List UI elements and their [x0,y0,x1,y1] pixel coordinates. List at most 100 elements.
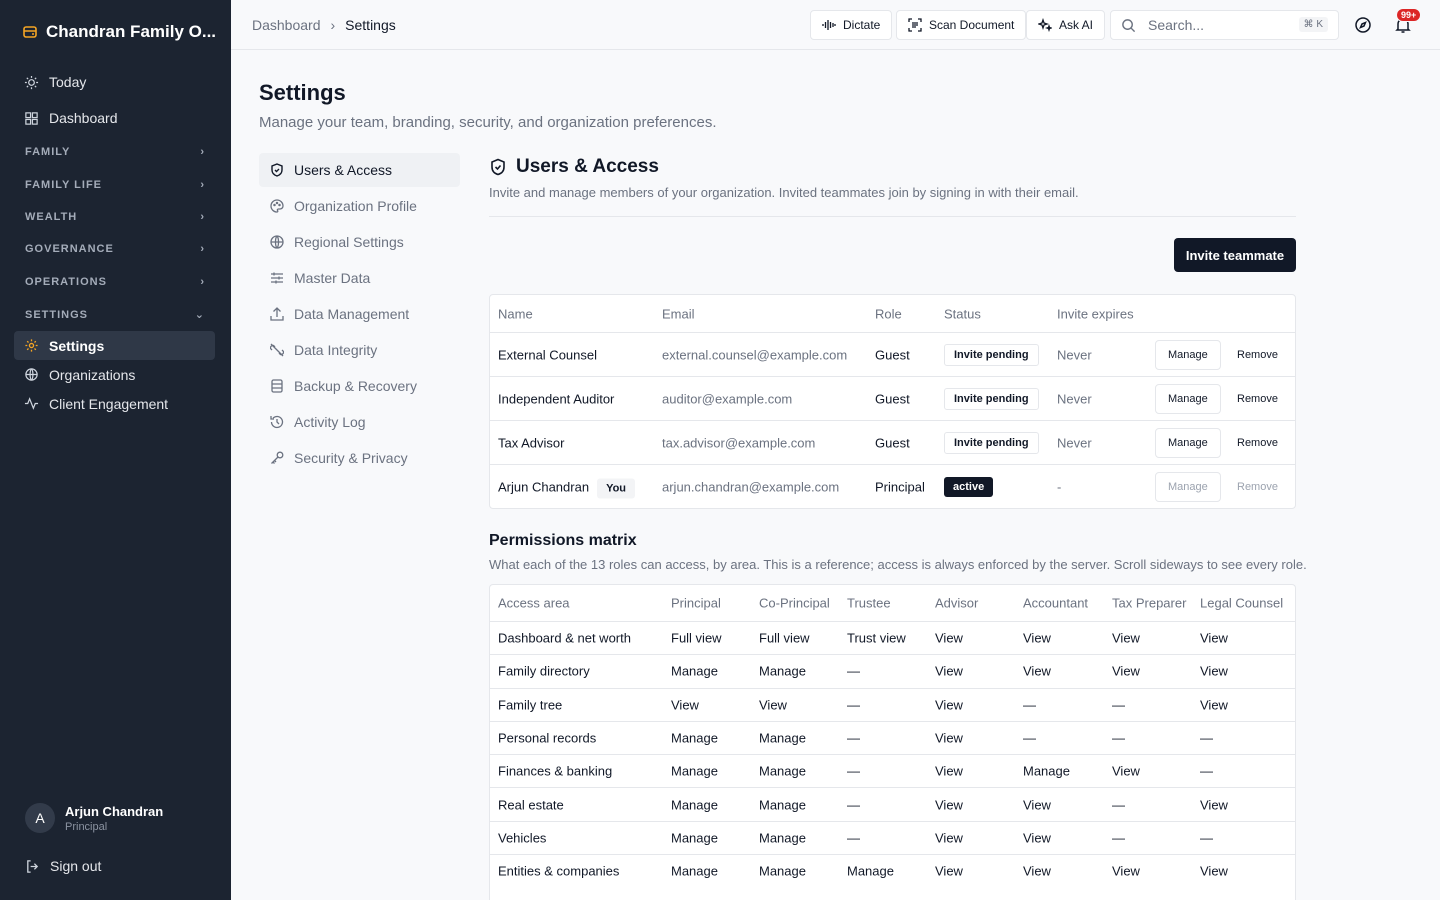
nav-group-governance[interactable]: GOVERNANCE › [25,243,205,255]
database-icon [271,379,283,393]
table-header: Name Email Role Status Invite expires [490,295,1295,332]
subnav-regional-settings[interactable]: Regional Settings [259,225,460,259]
invite-expires: Never [1057,435,1092,450]
column-header: Status [944,306,981,321]
permission-cell: — [1112,697,1125,713]
subnav-master-data[interactable]: Master Data [259,261,460,295]
nav-settings[interactable]: Settings [14,331,215,360]
notification-badge: 99+ [1396,8,1422,22]
permission-cell: Trust view [847,630,906,646]
column-header: Role [875,306,902,321]
dictate-button[interactable]: Dictate [810,10,893,40]
subnav-label: Activity Log [294,414,366,430]
permissions-description: What each of the 13 roles can access, by… [489,557,1307,572]
column-header: Name [498,306,533,321]
section-description: Invite and manage members of your organi… [489,185,1079,200]
subnav-label: Master Data [294,270,371,286]
subnav-data-management[interactable]: Data Management [259,297,460,331]
invite-expires: - [1057,479,1062,494]
user-name: Arjun Chandran [498,479,590,494]
remove-button[interactable]: Remove [1237,393,1278,405]
permission-cell: View [1112,863,1140,879]
status-badge: Invite pending [944,343,1039,366]
nav-dashboard[interactable]: Dashboard [14,103,215,133]
dictate-label: Dictate [843,18,881,32]
search-input[interactable]: Search... ⌘ K [1110,10,1339,40]
invite-teammate-button[interactable]: Invite teammate [1174,238,1296,272]
scan-document-label: Scan Document [929,18,1015,32]
permission-cell: View [935,663,963,679]
section-header: Users & Access [489,156,659,178]
remove-button[interactable]: Remove [1237,349,1278,361]
subnav-users-access[interactable]: Users & Access [259,153,460,187]
permission-cell: Manage [671,663,718,679]
chevron-right-icon: › [200,243,205,255]
subnav-label: Security & Privacy [294,450,408,466]
user-name: Independent Auditor [498,391,615,406]
nav-group-family-life[interactable]: FAMILY LIFE › [25,179,205,191]
permission-cell: — [1200,830,1213,846]
permission-cell: — [847,730,860,746]
user-role: Guest [875,391,910,406]
subnav-security-privacy[interactable]: Security & Privacy [259,441,460,475]
permissions-table[interactable]: Access area Principal Co-Principal Trustee A… [489,584,1296,900]
invite-expires: Never [1057,391,1092,406]
permission-cell: View [1112,663,1140,679]
key-icon [271,451,284,464]
permission-cell: View [1023,797,1051,813]
brand[interactable]: Chandran Family O... [22,22,216,42]
column-header: Accountant [1023,595,1089,611]
table-row: Finances & banking Manage Manage — View Manag… [490,754,1295,787]
nav-client-engagement[interactable]: Client Engagement [14,389,215,418]
subnav-activity-log[interactable]: Activity Log [259,405,460,439]
sign-out-button[interactable]: Sign out [25,858,101,874]
ask-ai-button[interactable]: Ask AI [1026,10,1106,40]
scan-icon [908,18,922,32]
permission-cell: View [935,763,963,779]
access-area: Family directory [498,663,590,679]
nav-group-family[interactable]: FAMILY › [25,146,205,158]
user-name: Tax Advisor [498,435,565,450]
user-role: Principal [875,479,925,494]
permission-cell: View [935,863,963,879]
manage-button[interactable]: Manage [1155,383,1221,414]
subnav-organization-profile[interactable]: Organization Profile [259,189,460,223]
nav-organizations[interactable]: Organizations [14,360,215,389]
permission-cell: View [1023,663,1051,679]
permission-cell: — [847,663,860,679]
manage-button[interactable]: Manage [1155,339,1221,370]
permission-cell: Full view [671,630,722,646]
manage-button[interactable]: Manage [1155,427,1221,458]
table-row: Entities & companies Manage Manage Manage Vi… [490,854,1295,887]
permission-cell: Manage [759,763,806,779]
you-badge: You [597,478,636,498]
column-header: Invite expires [1057,306,1134,321]
page-subtitle: Manage your team, branding, security, an… [259,114,717,131]
briefcase-icon [23,26,37,38]
scan-document-button[interactable]: Scan Document [896,10,1027,40]
table-row: Vehicles Manage Manage — View View — — [490,820,1295,854]
chevron-down-icon: ⌄ [194,309,205,321]
page-title: Settings [259,80,346,105]
compass-icon[interactable] [1354,16,1372,34]
upload-icon [270,307,284,321]
table-row: Family tree View View — View — — View [490,687,1295,721]
column-header: Principal [671,595,721,611]
status-badge: Invite pending [944,431,1039,454]
permission-cell: — [1023,697,1036,713]
subnav-backup-recovery[interactable]: Backup & Recovery [259,369,460,403]
subnav-data-integrity[interactable]: Data Integrity [259,333,460,367]
access-area: Family tree [498,697,563,713]
nav-today[interactable]: Today [14,67,215,97]
remove-button[interactable]: Remove [1237,437,1278,449]
shield-icon [271,163,283,177]
nav-group-operations[interactable]: OPERATIONS › [25,276,205,288]
nav-group-settings[interactable]: SETTINGS ⌄ [25,308,205,322]
permission-cell: View [671,697,699,713]
column-header: Co-Principal [759,595,830,611]
breadcrumb-dashboard[interactable]: Dashboard [252,17,321,33]
palette-icon [270,199,284,213]
nav-group-wealth[interactable]: WEALTH › [25,211,205,223]
permission-cell: Manage [1023,763,1070,779]
user-card[interactable]: A Arjun Chandran Principal [25,803,163,833]
